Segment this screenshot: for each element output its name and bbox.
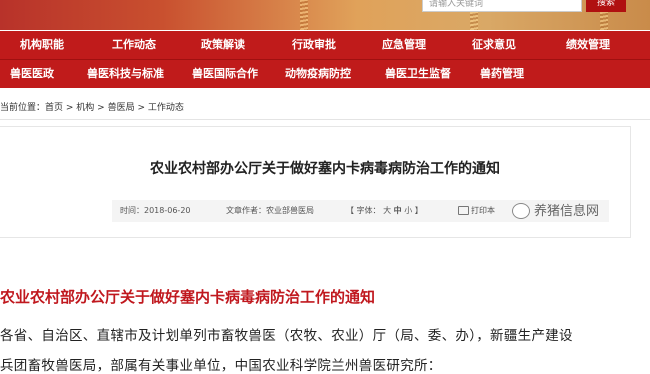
- nav-item-vet-health[interactable]: 兽医卫生监督: [385, 60, 451, 88]
- nav-item-emergency[interactable]: 应急管理: [382, 31, 426, 59]
- font-small-button[interactable]: 小: [404, 206, 412, 215]
- breadcrumb-separator: >: [134, 103, 148, 113]
- print-button[interactable]: 打印本: [458, 205, 495, 216]
- nav-item-policy[interactable]: 政策解读: [201, 31, 245, 59]
- nav-item-vet-admin[interactable]: 兽医医政: [10, 60, 54, 88]
- breadcrumb-separator: >: [94, 103, 108, 113]
- font-medium-button[interactable]: 中: [394, 206, 402, 215]
- header-banner: 请输入关键词 搜索: [0, 0, 650, 30]
- publish-time: 时间：2018-06-20: [120, 206, 191, 215]
- breadcrumb-prefix: 当前位置：: [0, 103, 46, 113]
- nav-item-approval[interactable]: 行政审批: [292, 31, 336, 59]
- printer-icon: [458, 206, 469, 215]
- nav-item-vet-tech[interactable]: 兽医科技与标准: [87, 60, 164, 88]
- article-author: 文章作者：农业部兽医局: [226, 206, 314, 215]
- nav-item-vet-intl[interactable]: 兽医国际合作: [192, 60, 258, 88]
- nav-item-performance[interactable]: 绩效管理: [566, 31, 610, 59]
- article-heading: 农业农村部办公厅关于做好塞内卡病毒病防治工作的通知: [0, 288, 376, 306]
- secondary-nav: 兽医医政 兽医科技与标准 兽医国际合作 动物疫病防控 兽医卫生监督 兽药管理: [0, 60, 650, 88]
- divider: [0, 119, 650, 120]
- primary-nav: 机构职能 工作动态 政策解读 行政审批 应急管理 征求意见 绩效管理: [0, 31, 650, 60]
- nav-item-feedback[interactable]: 征求意见: [472, 31, 516, 59]
- breadcrumb: 当前位置：首页 > 机构 > 兽医局 > 工作动态: [0, 100, 184, 113]
- wechat-icon: [512, 203, 530, 219]
- nav-item-disease-control[interactable]: 动物疫病防控: [285, 60, 351, 88]
- nav-item-vet-drugs[interactable]: 兽药管理: [480, 60, 524, 88]
- breadcrumb-separator: >: [63, 103, 77, 113]
- breadcrumb-home[interactable]: 首页: [45, 103, 63, 113]
- watermark: 养猪信息网: [534, 204, 600, 219]
- breadcrumb-vet-bureau[interactable]: 兽医局: [108, 103, 135, 113]
- nav-item-work-news[interactable]: 工作动态: [112, 31, 156, 59]
- breadcrumb-institutions[interactable]: 机构: [76, 103, 94, 113]
- body-paragraph-line: 各省、自治区、直辖市及计划单列市畜牧兽医（农牧、农业）厅（局、委、办），新疆生产…: [0, 328, 573, 344]
- breadcrumb-work-news[interactable]: 工作动态: [148, 103, 184, 113]
- font-size-controls: 【 字体： 大 中 小 】: [346, 206, 423, 215]
- body-paragraph-line: 兵团畜牧兽医局，部属有关事业单位，中国农业科学院兰州兽医研究所：: [0, 358, 442, 374]
- font-large-button[interactable]: 大: [383, 206, 391, 215]
- wheat-decoration: [300, 0, 308, 30]
- search-button[interactable]: 搜索: [586, 0, 626, 12]
- search-input[interactable]: 请输入关键词: [422, 0, 582, 12]
- nav-item-institutions[interactable]: 机构职能: [20, 31, 64, 59]
- page-title: 农业农村部办公厅关于做好塞内卡病毒病防治工作的通知: [150, 161, 500, 177]
